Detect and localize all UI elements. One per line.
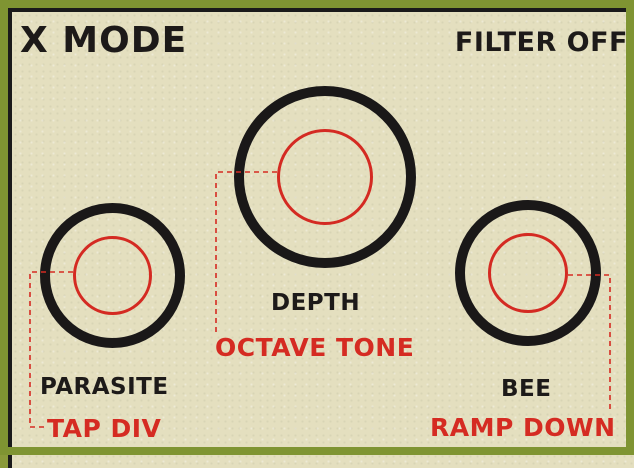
ramp-down-label: RAMP DOWN [430, 413, 616, 442]
octave-tone-label: OCTAVE TONE [215, 333, 415, 362]
mode-title: X MODE [20, 20, 188, 61]
depth-label: DEPTH [271, 290, 361, 316]
depth-knob-inner-ring [277, 129, 373, 225]
parasite-knob-inner-ring [73, 236, 152, 315]
tap-div-label: TAP DIV [47, 414, 162, 443]
parasite-label: PARASITE [40, 374, 169, 400]
bee-label: BEE [501, 376, 552, 402]
bee-knob-inner-ring [488, 233, 568, 313]
filter-state-label: FILTER OFF [454, 27, 628, 58]
